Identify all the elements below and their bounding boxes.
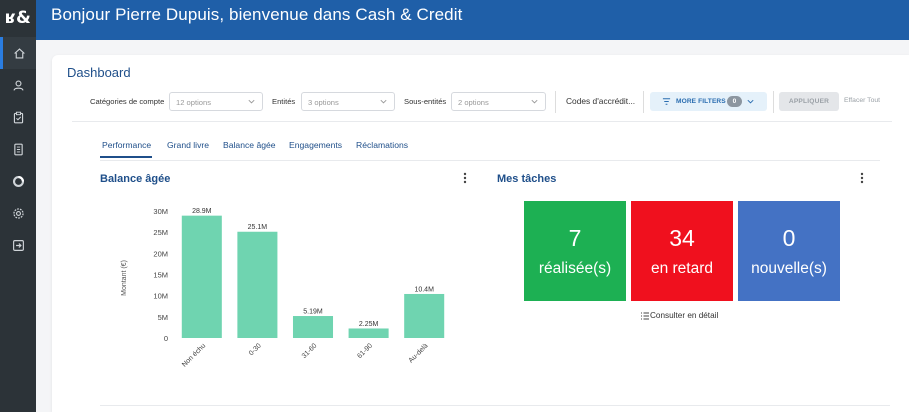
filter-divider bbox=[773, 91, 774, 113]
tab-grand-livre[interactable]: Grand livre bbox=[167, 140, 209, 150]
x-tick-label: Au-delà bbox=[408, 342, 430, 364]
more-options-icon[interactable] bbox=[859, 172, 865, 186]
task-label: réalisée(s) bbox=[538, 260, 612, 277]
categories-label: Catégories de compte bbox=[90, 97, 165, 106]
filter-divider-line bbox=[72, 121, 892, 122]
tab-reclamations[interactable]: Réclamations bbox=[356, 140, 408, 150]
bar-data-label: 10.4M bbox=[414, 286, 434, 293]
home-icon bbox=[14, 47, 25, 59]
filter-icon bbox=[662, 98, 671, 105]
sidebar-item-home[interactable] bbox=[0, 37, 36, 69]
header-bar: Bonjour Pierre Dupuis, bienvenue dans Ca… bbox=[36, 0, 909, 40]
chart-ring-icon bbox=[12, 175, 24, 187]
balance-agee-chart: 0 5M 10M 15M 20M 25M 30M Non échu 0-30 31-60 61-90… bbox=[121, 207, 445, 369]
chevron-down-icon bbox=[531, 99, 538, 104]
codes-accreditation-select[interactable]: Codes d'accrédit... bbox=[566, 96, 635, 106]
y-axis-label: Montant (€) bbox=[121, 260, 128, 296]
filter-divider bbox=[643, 91, 644, 113]
y-tick-label: 25M bbox=[153, 228, 168, 237]
sidebar-item-profile[interactable] bbox=[0, 69, 36, 101]
filter-divider bbox=[555, 91, 556, 113]
chart-bar[interactable] bbox=[237, 231, 278, 338]
tab-balance-agee[interactable]: Balance âgée bbox=[223, 140, 276, 150]
task-tile-overdue[interactable]: 34 en retard bbox=[631, 201, 733, 301]
sidebar: ʁ& bbox=[0, 0, 36, 412]
y-tick-label: 0 bbox=[164, 334, 168, 343]
list-icon bbox=[641, 312, 649, 320]
bar-data-label: 25.1M bbox=[248, 224, 268, 231]
active-tab-indicator bbox=[100, 156, 152, 158]
entites-select[interactable]: 3 options bbox=[301, 92, 395, 111]
tab-engagements[interactable]: Engagements bbox=[289, 140, 342, 150]
task-label: nouvelle(s) bbox=[751, 260, 827, 277]
sidebar-item-tasks[interactable] bbox=[0, 101, 36, 133]
sous-entites-placeholder: 2 options bbox=[458, 98, 489, 107]
sous-entites-select[interactable]: 2 options bbox=[451, 92, 546, 111]
y-tick-label: 15M bbox=[153, 271, 168, 280]
bottom-divider-line bbox=[100, 405, 890, 406]
sidebar-item-analytics[interactable] bbox=[0, 165, 36, 197]
x-tick-label: 31-60 bbox=[301, 342, 319, 360]
bar-data-label: 5.19M bbox=[303, 309, 323, 316]
consult-detail-label: Consulter en détail bbox=[650, 311, 719, 320]
more-filters-count-badge: 0 bbox=[727, 96, 742, 107]
clipboard-icon bbox=[13, 111, 23, 123]
x-tick-label: 61-90 bbox=[356, 342, 374, 360]
task-tile-completed[interactable]: 7 réalisée(s) bbox=[524, 201, 626, 301]
chevron-down-icon bbox=[248, 99, 255, 104]
more-options-icon[interactable] bbox=[462, 172, 468, 186]
tabs-divider-line bbox=[100, 160, 880, 161]
apply-button[interactable]: APPLIQUER bbox=[779, 92, 839, 111]
y-tick-label: 5M bbox=[158, 313, 168, 322]
dashboard-panel: Dashboard Catégories de compte 12 option… bbox=[52, 55, 909, 412]
clear-all-link[interactable]: Effacer Tout bbox=[844, 97, 880, 104]
app-logo[interactable]: ʁ& bbox=[0, 0, 36, 36]
task-count: 34 bbox=[669, 225, 695, 251]
sidebar-item-logout[interactable] bbox=[0, 229, 36, 261]
sidebar-item-settings[interactable] bbox=[0, 197, 36, 229]
bar-data-label: 28.9M bbox=[192, 208, 212, 215]
sous-entites-label: Sous-entités bbox=[404, 97, 447, 106]
x-tick-label: 0-30 bbox=[248, 342, 263, 357]
tab-performance[interactable]: Performance bbox=[102, 140, 151, 150]
sidebar-item-documents[interactable] bbox=[0, 133, 36, 165]
y-tick-label: 20M bbox=[153, 249, 168, 258]
categories-placeholder: 12 options bbox=[176, 98, 212, 107]
chart-bar[interactable] bbox=[292, 316, 334, 338]
document-icon bbox=[13, 143, 23, 155]
categories-select[interactable]: 12 options bbox=[169, 92, 263, 111]
chevron-down-icon bbox=[747, 99, 754, 104]
logout-icon bbox=[12, 239, 24, 251]
y-tick-label: 10M bbox=[153, 292, 168, 301]
balance-agee-title: Balance âgée bbox=[100, 173, 171, 185]
more-filters-button[interactable]: MORE FILTERS 0 bbox=[650, 92, 767, 111]
user-icon bbox=[12, 79, 24, 91]
more-filters-label: MORE FILTERS bbox=[676, 98, 726, 105]
chart-bar[interactable] bbox=[404, 293, 445, 338]
entites-placeholder: 3 options bbox=[308, 98, 339, 107]
task-tile-new[interactable]: 0 nouvelle(s) bbox=[738, 201, 840, 301]
bar-data-label: 2.25M bbox=[359, 321, 379, 328]
settings-icon bbox=[12, 207, 24, 219]
y-tick-label: 30M bbox=[153, 207, 168, 216]
x-tick-label: Non échu bbox=[181, 342, 207, 368]
chart-bar[interactable] bbox=[181, 215, 222, 338]
chart-bar[interactable] bbox=[348, 328, 389, 338]
page-title: Dashboard bbox=[67, 65, 131, 80]
task-count: 7 bbox=[568, 225, 582, 251]
chevron-down-icon bbox=[380, 99, 387, 104]
task-count: 0 bbox=[782, 225, 796, 251]
entites-label: Entités bbox=[272, 97, 296, 106]
task-label: en retard bbox=[650, 260, 714, 277]
filter-bar: Catégories de compte 12 options Entités … bbox=[52, 91, 909, 113]
mes-taches-title: Mes tâches bbox=[497, 173, 557, 185]
welcome-title: Bonjour Pierre Dupuis, bienvenue dans Ca… bbox=[51, 5, 463, 24]
